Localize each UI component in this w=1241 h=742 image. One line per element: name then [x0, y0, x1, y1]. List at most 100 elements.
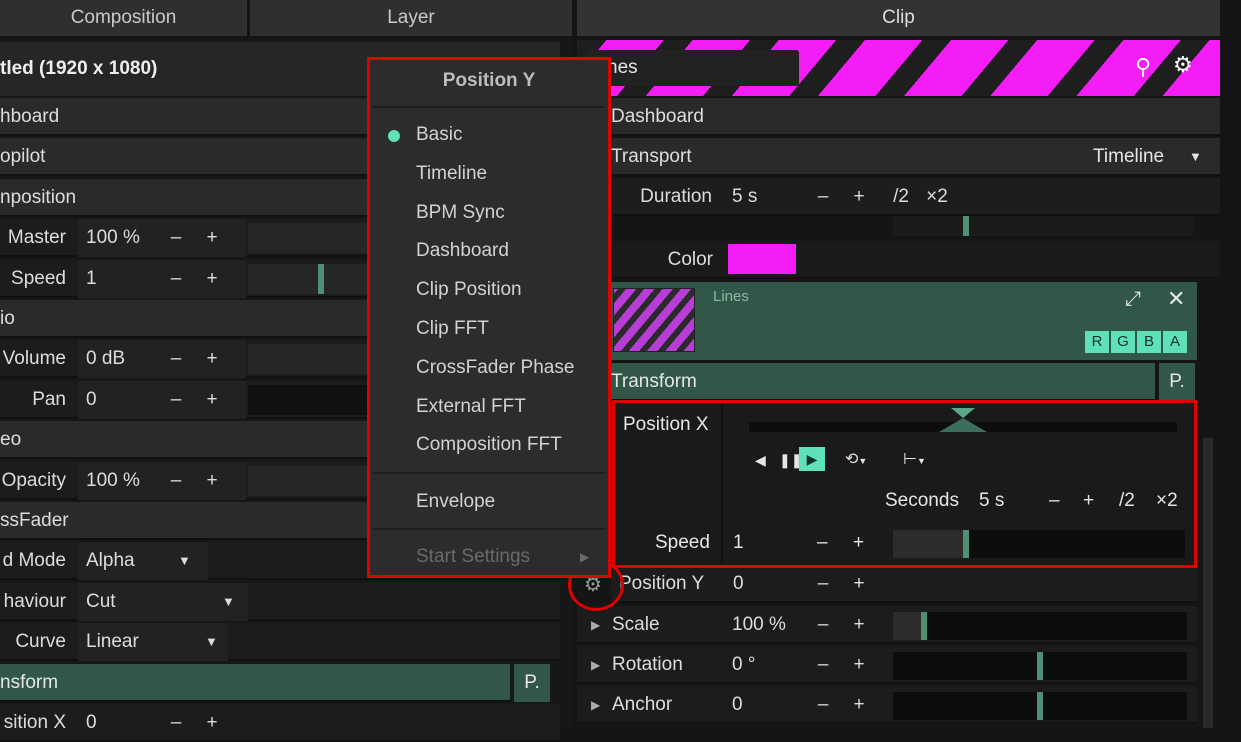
master-label: Master — [7, 227, 66, 248]
scrollbar[interactable] — [1203, 438, 1213, 728]
master-value[interactable]: 100 % — [78, 219, 246, 257]
position-y-value[interactable]: 0 — [733, 565, 744, 603]
pan-minus[interactable]: – — [168, 381, 184, 419]
menu-item-basic[interactable]: Basic — [416, 124, 462, 146]
chevron-down-icon[interactable]: ▼ — [1189, 138, 1202, 176]
speed-slider-handle[interactable] — [318, 264, 324, 294]
tab-clip[interactable]: Clip — [577, 0, 1220, 36]
duration-plus[interactable]: + — [851, 178, 867, 216]
menu-title: Position Y — [442, 70, 536, 91]
transform-preset-button[interactable]: P. — [1159, 363, 1195, 401]
menu-item-clip-position[interactable]: Clip Position — [416, 279, 522, 301]
anchor-plus[interactable]: + — [851, 686, 867, 724]
menu-item-composition-fft[interactable]: Composition FFT — [416, 434, 562, 456]
scale-slider[interactable] — [893, 612, 1187, 640]
position-x-value-left[interactable]: 0 — [78, 704, 246, 742]
close-icon[interactable]: ✕ — [1167, 286, 1185, 312]
channel-b-toggle[interactable]: B — [1137, 331, 1161, 353]
speed-value[interactable]: 1 — [78, 260, 246, 298]
clip-section-dashboard[interactable]: Dashboard — [577, 98, 1220, 136]
menu-item-dashboard[interactable]: Dashboard — [416, 240, 509, 262]
menu-item-envelope[interactable]: Envelope — [416, 491, 495, 513]
channel-a-toggle[interactable]: A — [1163, 331, 1187, 353]
menu-item-clip-fft[interactable]: Clip FFT — [416, 318, 489, 340]
menu-item-crossfader-phase[interactable]: CrossFader Phase — [416, 357, 574, 379]
position-y-minus[interactable]: – — [815, 565, 831, 603]
divider — [373, 106, 605, 108]
chevron-down-icon[interactable]: ▼ — [222, 583, 235, 621]
anchor-handle[interactable] — [1037, 692, 1043, 720]
volume-value[interactable]: 0 dB — [78, 340, 246, 378]
opacity-label: Opacity — [1, 470, 66, 491]
channel-r-toggle[interactable]: R — [1085, 331, 1109, 353]
expand-icon[interactable]: ⤢ — [1125, 288, 1141, 311]
master-minus[interactable]: – — [168, 219, 184, 257]
speed-plus[interactable]: + — [204, 260, 220, 298]
rgba-toggles: RGBA — [1085, 330, 1189, 353]
position-x-row-left: sition X 0 – + — [0, 704, 560, 742]
position-y-row: Position Y 0 – + — [611, 565, 1197, 603]
scale-value[interactable]: 100 % — [732, 606, 786, 644]
opacity-plus[interactable]: + — [204, 462, 220, 500]
scale-handle[interactable] — [921, 612, 927, 640]
menu-item-timeline[interactable]: Timeline — [416, 163, 487, 185]
anchor-value[interactable]: 0 — [732, 686, 743, 724]
speed-minus[interactable]: – — [168, 260, 184, 298]
section-transform-left[interactable]: nsform — [0, 664, 510, 702]
duration-minus[interactable]: – — [815, 178, 831, 216]
color-swatch[interactable] — [728, 244, 796, 274]
rotation-minus[interactable]: – — [815, 646, 831, 684]
clip-panel: nes ⚲ ⚙ Dashboard Transport Timeline ▼ D… — [577, 38, 1220, 729]
pan-slider[interactable] — [248, 385, 368, 415]
rotation-value[interactable]: 0 ° — [732, 646, 755, 684]
position-x-minus-left[interactable]: – — [168, 704, 184, 742]
transport-speed-slider[interactable] — [893, 216, 1193, 236]
menu-item-start-settings[interactable]: Start Settings — [416, 546, 530, 568]
chevron-right-icon[interactable]: ▶ — [591, 686, 600, 724]
highlight-box — [612, 400, 1197, 568]
anchor-minus[interactable]: – — [815, 686, 831, 724]
scale-label: Scale — [612, 614, 660, 635]
scale-plus[interactable]: + — [851, 606, 867, 644]
gear-icon[interactable]: ⚙ — [1173, 52, 1193, 78]
clip-section-transform[interactable]: Transform — [611, 363, 1155, 401]
transport-speed-handle[interactable] — [963, 216, 969, 236]
volume-plus[interactable]: + — [204, 340, 220, 378]
rotation-handle[interactable] — [1037, 652, 1043, 680]
chevron-down-icon[interactable]: ▼ — [205, 623, 218, 661]
duration-double[interactable]: ×2 — [925, 178, 949, 216]
rotation-plus[interactable]: + — [851, 646, 867, 684]
pan-value[interactable]: 0 — [78, 381, 246, 419]
chevron-right-icon[interactable]: ▶ — [591, 646, 600, 684]
master-plus[interactable]: + — [204, 219, 220, 257]
pan-plus[interactable]: + — [204, 381, 220, 419]
anchor-row: ▶ Anchor 0 – + — [577, 686, 1197, 724]
menu-item-bpm-sync[interactable]: BPM Sync — [416, 202, 505, 224]
clip-name-field[interactable]: nes — [587, 50, 799, 86]
tab-composition[interactable]: Composition — [0, 0, 247, 36]
preset-button-left[interactable]: P. — [514, 664, 550, 702]
duration-value[interactable]: 5 s — [732, 178, 757, 216]
search-icon[interactable]: ⚲ — [1135, 54, 1151, 80]
duration-half[interactable]: /2 — [889, 178, 913, 216]
anchor-slider[interactable] — [893, 692, 1187, 720]
chevron-down-icon[interactable]: ▼ — [178, 542, 191, 580]
master-slider[interactable] — [248, 223, 368, 253]
position-x-plus-left[interactable]: + — [204, 704, 220, 742]
tab-layer[interactable]: Layer — [250, 0, 572, 36]
scale-minus[interactable]: – — [815, 606, 831, 644]
transport-mode-select[interactable]: Timeline — [1093, 138, 1164, 176]
position-y-plus[interactable]: + — [851, 565, 867, 603]
chevron-right-icon[interactable]: ▶ — [591, 606, 600, 644]
anchor-label: Anchor — [612, 694, 673, 715]
volume-slider[interactable] — [248, 344, 368, 374]
volume-minus[interactable]: – — [168, 340, 184, 378]
menu-item-external-fft[interactable]: External FFT — [416, 396, 526, 418]
opacity-value[interactable]: 100 % — [78, 462, 246, 500]
channel-g-toggle[interactable]: G — [1111, 331, 1135, 353]
opacity-minus[interactable]: – — [168, 462, 184, 500]
opacity-slider[interactable] — [248, 466, 368, 496]
source-thumbnail — [613, 288, 695, 352]
rotation-slider[interactable] — [893, 652, 1187, 680]
speed-slider[interactable] — [248, 264, 368, 294]
